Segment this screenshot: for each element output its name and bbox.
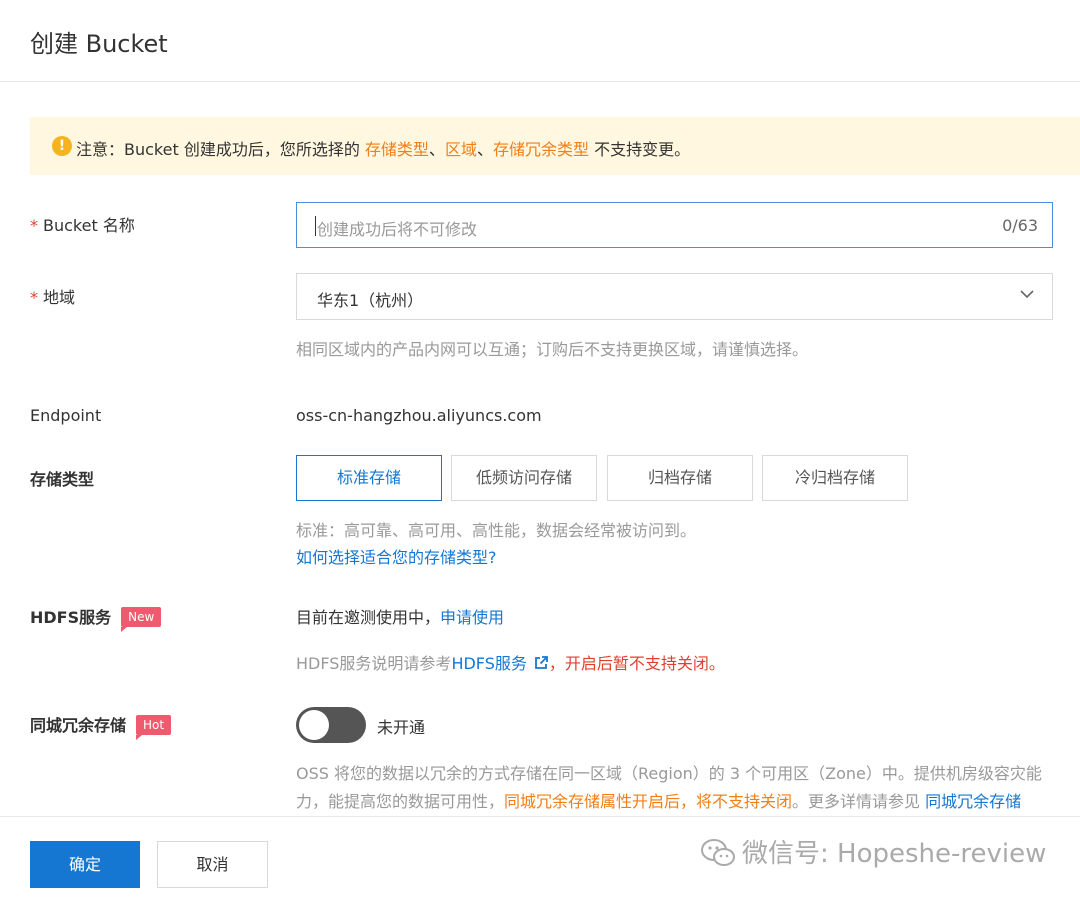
wechat-icon	[701, 839, 735, 866]
bucket-name-label-text: Bucket 名称	[43, 216, 135, 235]
cancel-button[interactable]: 取消	[157, 841, 268, 888]
desc-suffix: 。更多详情请参见	[792, 792, 926, 811]
zone-redundancy-doc-link[interactable]: 同城冗余存储	[925, 792, 1021, 811]
toggle-status-label: 未开通	[377, 718, 426, 737]
hdfs-warning: 开启后暂不支持关闭。	[564, 654, 725, 673]
bucket-name-input[interactable]: 创建成功后将不可修改 0/63	[296, 202, 1053, 248]
zone-redundancy-toggle[interactable]	[296, 707, 366, 743]
dialog-header: 创建 Bucket	[0, 0, 1080, 82]
notice-item-region: 区域	[444, 140, 477, 159]
hdfs-apply-link[interactable]: 申请使用	[440, 608, 504, 627]
notice-item-redundancy: 存储冗余类型	[492, 140, 589, 159]
region-selected-value: 华东1（杭州）	[317, 291, 424, 310]
page-title: 创建 Bucket	[30, 30, 168, 58]
region-label-text: 地域	[43, 288, 76, 307]
region-select[interactable]: 华东1（杭州）	[296, 273, 1053, 320]
hdfs-status-text: 目前在邀测使用中，	[296, 608, 441, 627]
notice-banner: ! 注意：Bucket 创建成功后，您所选择的 存储类型、区域、存储冗余类型 不…	[30, 117, 1080, 175]
region-help-text: 相同区域内的产品内网可以互通；订购后不支持更换区域，请谨慎选择。	[296, 340, 809, 359]
hdfs-label-text: HDFS服务	[30, 608, 112, 627]
notice-text: 注意：Bucket 创建成功后，您所选择的 存储类型、区域、存储冗余类型 不支持…	[76, 136, 690, 160]
bucket-name-placeholder: 创建成功后将不可修改	[317, 220, 478, 239]
watermark: 微信号: Hopeshe-review	[700, 833, 1046, 870]
char-counter: 0/63	[1002, 216, 1038, 235]
exclamation-circle-icon: !	[52, 136, 72, 156]
toggle-knob	[299, 710, 329, 740]
confirm-button[interactable]: 确定	[30, 841, 140, 888]
new-badge: New	[121, 607, 162, 632]
hdfs-help-prefix: HDFS服务说明请参考	[296, 654, 452, 673]
storage-option-ia[interactable]: 低频访问存储	[451, 455, 597, 501]
hdfs-help-sep: ，	[548, 654, 565, 673]
watermark-text: 微信号: Hopeshe-review	[742, 839, 1047, 869]
storage-class-help: 标准：高可靠、高可用、高性能，数据会经常被访问到。	[296, 521, 697, 540]
notice-sep: 、	[476, 140, 493, 159]
required-mark: *	[30, 288, 38, 307]
hot-badge: Hot	[136, 715, 172, 740]
region-label: * 地域	[30, 284, 75, 308]
bucket-name-label: * Bucket 名称	[30, 212, 135, 236]
hdfs-status: 目前在邀测使用中，申请使用	[296, 604, 504, 628]
hdfs-doc-link[interactable]: HDFS服务	[451, 654, 526, 673]
notice-sep: 、	[428, 140, 445, 159]
notice-suffix: 不支持变更。	[588, 140, 691, 159]
zone-redundancy-label: 同城冗余存储 Hot	[30, 712, 172, 740]
notice-prefix: 注意：Bucket 创建成功后，您所选择的	[76, 140, 365, 159]
text-cursor	[315, 216, 316, 236]
endpoint-value: oss-cn-hangzhou.aliyuncs.com	[296, 406, 542, 425]
hdfs-help: HDFS服务说明请参考HDFS服务 ，开启后暂不支持关闭。	[296, 650, 725, 674]
storage-option-standard[interactable]: 标准存储	[296, 455, 442, 501]
external-link-icon[interactable]	[533, 655, 549, 671]
chevron-down-icon	[1020, 290, 1034, 299]
storage-class-label: 存储类型	[30, 470, 95, 489]
desc-warning: 同城冗余存储属性开启后，将不支持关闭	[504, 792, 793, 811]
storage-option-archive[interactable]: 归档存储	[607, 455, 753, 501]
required-mark: *	[30, 216, 38, 235]
storage-option-cold-archive[interactable]: 冷归档存储	[762, 455, 908, 501]
storage-class-guide-link[interactable]: 如何选择适合您的存储类型?	[296, 544, 497, 568]
zone-redundancy-description: OSS 将您的数据以冗余的方式存储在同一区域（Region）的 3 个可用区（Z…	[296, 760, 1056, 815]
zone-redundancy-label-text: 同城冗余存储	[30, 716, 127, 735]
hdfs-label: HDFS服务 New	[30, 604, 162, 632]
endpoint-label: Endpoint	[30, 406, 102, 425]
dialog-footer: 确定 取消 微信号: Hopeshe-review	[0, 816, 1080, 899]
notice-item-storage-class: 存储类型	[364, 140, 429, 159]
